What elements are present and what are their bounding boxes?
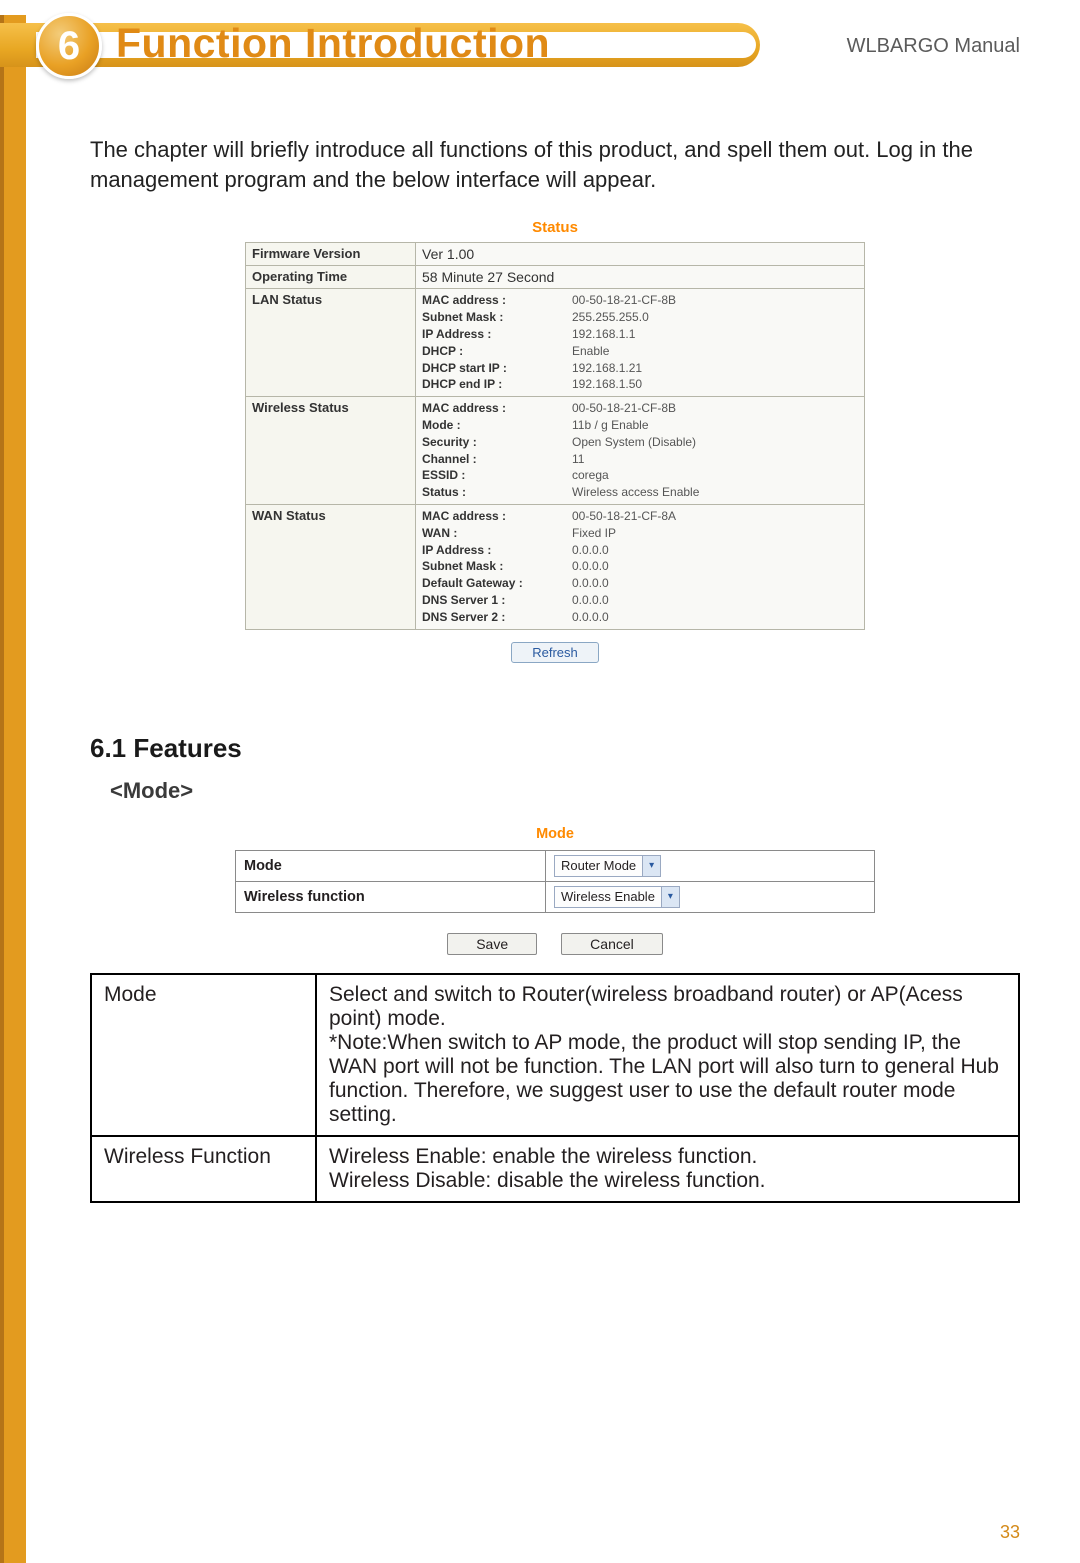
refresh-button[interactable]: Refresh (511, 642, 599, 663)
kv-value: Fixed IP (572, 525, 858, 542)
table-row: Wireless Function Wireless Enable: enabl… (91, 1136, 1019, 1202)
mode-row-label: Mode (236, 850, 546, 881)
kv-key: DNS Server 2 : (422, 609, 572, 626)
chapter-title: Function Introduction (116, 20, 550, 67)
operating-time-value: 58 Minute 27 Second (416, 266, 865, 289)
kv-key: MAC address : (422, 508, 572, 525)
kv-key: Security : (422, 434, 572, 451)
chapter-number-badge: 6 (36, 13, 102, 79)
mode-table: Mode Router Mode ▾ Wireless function Wir… (235, 850, 875, 913)
kv-key: DHCP : (422, 343, 572, 360)
chevron-down-icon: ▾ (661, 887, 679, 907)
page-number: 33 (1000, 1522, 1020, 1543)
kv-value: 0.0.0.0 (572, 558, 858, 575)
kv-value: 11b / g Enable (572, 417, 858, 434)
kv-value: 255.255.255.0 (572, 309, 858, 326)
kv-key: Status : (422, 484, 572, 501)
table-row: Wireless function Wireless Enable ▾ (236, 881, 875, 912)
lan-status-label: LAN Status (246, 289, 416, 397)
chapter-header: 6 Function Introduction WLBARGO Manual (0, 15, 1080, 95)
kv-value: Enable (572, 343, 858, 360)
kv-key: Subnet Mask : (422, 558, 572, 575)
page-body: The chapter will briefly introduce all f… (90, 135, 1020, 1203)
mode-dropdown[interactable]: Router Mode ▾ (554, 855, 661, 877)
kv-value: Open System (Disable) (572, 434, 858, 451)
kv-key: DHCP end IP : (422, 376, 572, 393)
kv-key: IP Address : (422, 542, 572, 559)
wireless-function-dropdown-value: Wireless Enable (555, 889, 661, 904)
explain-wireless-text: Wireless Enable: enable the wireless fun… (316, 1136, 1019, 1202)
kv-value: 00-50-18-21-CF-8B (572, 400, 858, 417)
firmware-version-label: Firmware Version (246, 243, 416, 266)
explain-wireless-label: Wireless Function (91, 1136, 316, 1202)
mode-subheading: <Mode> (110, 778, 1020, 804)
operating-time-label: Operating Time (246, 266, 416, 289)
kv-key: Default Gateway : (422, 575, 572, 592)
table-row: Mode Router Mode ▾ (236, 850, 875, 881)
save-button[interactable]: Save (447, 933, 537, 955)
kv-key: DNS Server 1 : (422, 592, 572, 609)
firmware-version-value: Ver 1.00 (416, 243, 865, 266)
status-screenshot: Status Firmware Version Ver 1.00 Operati… (245, 219, 865, 662)
kv-value: 192.168.1.21 (572, 360, 858, 377)
table-row: LAN Status MAC address :00-50-18-21-CF-8… (246, 289, 865, 397)
kv-key: MAC address : (422, 292, 572, 309)
manual-name-label: WLBARGO Manual (847, 35, 1020, 58)
wireless-status-cell: MAC address :00-50-18-21-CF-8B Mode :11b… (416, 397, 865, 505)
chevron-down-icon: ▾ (642, 856, 660, 876)
cancel-button[interactable]: Cancel (561, 933, 663, 955)
kv-key: DHCP start IP : (422, 360, 572, 377)
table-row: Wireless Status MAC address :00-50-18-21… (246, 397, 865, 505)
wireless-function-dropdown[interactable]: Wireless Enable ▾ (554, 886, 680, 908)
kv-value: 0.0.0.0 (572, 609, 858, 626)
kv-value: 00-50-18-21-CF-8B (572, 292, 858, 309)
wireless-function-row-label: Wireless function (236, 881, 546, 912)
left-margin-strip (0, 15, 26, 1563)
kv-value: corega (572, 467, 858, 484)
kv-value: Wireless access Enable (572, 484, 858, 501)
explain-mode-text: Select and switch to Router(wireless bro… (316, 974, 1019, 1136)
mode-row-value-cell: Router Mode ▾ (546, 850, 875, 881)
kv-value: 0.0.0.0 (572, 592, 858, 609)
wireless-function-row-value-cell: Wireless Enable ▾ (546, 881, 875, 912)
wireless-status-label: Wireless Status (246, 397, 416, 505)
table-row: Firmware Version Ver 1.00 (246, 243, 865, 266)
kv-key: Channel : (422, 451, 572, 468)
kv-key: Mode : (422, 417, 572, 434)
kv-key: ESSID : (422, 467, 572, 484)
wan-status-cell: MAC address :00-50-18-21-CF-8A WAN :Fixe… (416, 504, 865, 629)
kv-value: 00-50-18-21-CF-8A (572, 508, 858, 525)
table-row: WAN Status MAC address :00-50-18-21-CF-8… (246, 504, 865, 629)
kv-value: 192.168.1.1 (572, 326, 858, 343)
section-heading: 6.1 Features (90, 733, 1020, 764)
mode-panel-title: Mode (235, 826, 875, 842)
kv-value: 0.0.0.0 (572, 575, 858, 592)
table-row: Mode Select and switch to Router(wireles… (91, 974, 1019, 1136)
lan-status-cell: MAC address :00-50-18-21-CF-8B Subnet Ma… (416, 289, 865, 397)
status-table: Firmware Version Ver 1.00 Operating Time… (245, 242, 865, 629)
kv-value: 11 (572, 451, 858, 468)
intro-paragraph: The chapter will briefly introduce all f… (90, 135, 1020, 194)
mode-screenshot: Mode Mode Router Mode ▾ Wireless functio… (235, 826, 875, 955)
wan-status-label: WAN Status (246, 504, 416, 629)
explanation-table: Mode Select and switch to Router(wireles… (90, 973, 1020, 1203)
kv-key: WAN : (422, 525, 572, 542)
kv-key: Subnet Mask : (422, 309, 572, 326)
kv-key: IP Address : (422, 326, 572, 343)
kv-value: 192.168.1.50 (572, 376, 858, 393)
mode-dropdown-value: Router Mode (555, 858, 642, 873)
explain-mode-label: Mode (91, 974, 316, 1136)
kv-key: MAC address : (422, 400, 572, 417)
table-row: Operating Time 58 Minute 27 Second (246, 266, 865, 289)
kv-value: 0.0.0.0 (572, 542, 858, 559)
status-title: Status (245, 219, 865, 236)
